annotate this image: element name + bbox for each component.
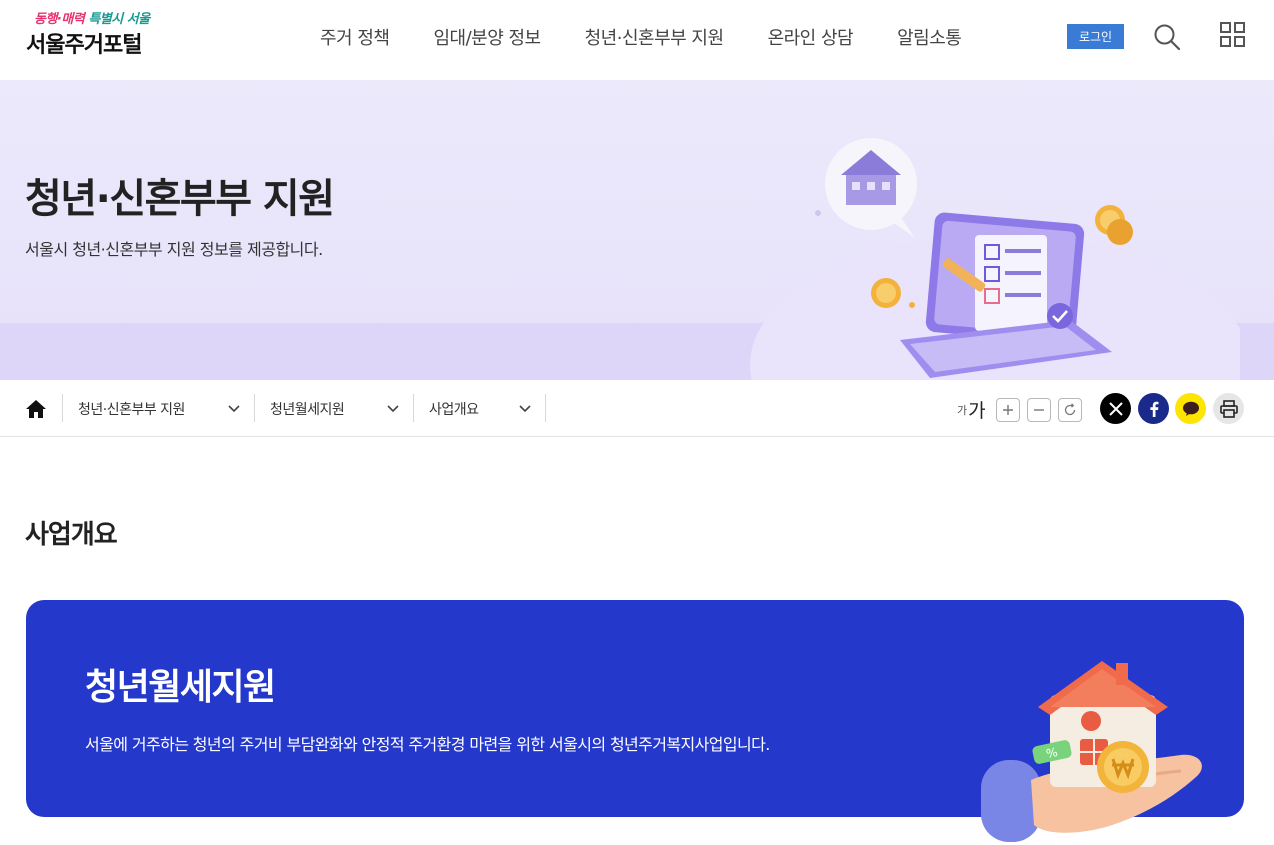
all-menu-icon[interactable]	[1219, 21, 1247, 49]
breadcrumb-depth1-label: 청년·신혼부부 지원	[78, 401, 185, 418]
font-reset-button[interactable]	[1057, 397, 1082, 422]
section-title: 사업개요	[25, 520, 118, 550]
breadcrumb-divider	[413, 394, 414, 422]
logo-slogan: 동행·매력 특별시 서울	[34, 12, 150, 27]
plus-icon	[1002, 404, 1013, 415]
share-facebook-button[interactable]	[1138, 393, 1169, 424]
breadcrumb-divider	[254, 394, 255, 422]
breadcrumb-depth3-label: 사업개요	[429, 401, 479, 418]
page-subtitle: 서울시 청년·신혼부부 지원 정보를 제공합니다.	[25, 240, 323, 259]
font-decrease-button[interactable]	[1026, 397, 1051, 422]
kakao-talk-icon	[1182, 401, 1199, 416]
printer-icon	[1219, 399, 1238, 418]
search-icon[interactable]	[1152, 22, 1182, 52]
page-title: 청년·신혼부부 지원	[25, 176, 335, 222]
chevron-down-icon	[519, 404, 531, 412]
login-button[interactable]: 로그인	[1067, 24, 1124, 49]
home-icon[interactable]	[24, 397, 48, 421]
breadcrumb-depth1-select[interactable]: 청년·신혼부부 지원	[78, 380, 240, 437]
share-x-button[interactable]	[1100, 393, 1131, 424]
hero-banner: 청년·신혼부부 지원 서울시 청년·신혼부부 지원 정보를 제공합니다.	[0, 80, 1274, 380]
share-kakao-button[interactable]	[1175, 393, 1206, 424]
font-increase-button[interactable]	[995, 397, 1020, 422]
nav-rental-sale-info[interactable]: 임대/분양 정보	[433, 24, 541, 50]
chevron-down-icon	[228, 404, 240, 412]
card-description: 서울에 거주하는 청년의 주거비 부담완화와 안정적 주거환경 마련을 위한 서…	[85, 735, 770, 754]
laptop-checklist-illustration	[750, 138, 1240, 380]
facebook-icon	[1149, 401, 1158, 417]
nav-notice-communication[interactable]: 알림소통	[897, 24, 962, 50]
breadcrumb-depth3-select[interactable]: 사업개요	[429, 380, 531, 437]
nav-youth-newlywed-support[interactable]: 청년·신혼부부 지원	[585, 24, 724, 50]
logo-title: 서울주거포털	[26, 33, 142, 58]
site-header: 동행·매력 특별시 서울 서울주거포털 주거 정책 임대/분양 정보 청년·신혼…	[0, 0, 1274, 80]
program-summary-card: 청년월세지원 서울에 거주하는 청년의 주거비 부담완화와 안정적 주거환경 마…	[26, 600, 1244, 842]
hand-house-coin-illustration: %	[981, 661, 1202, 842]
chevron-down-icon	[387, 404, 399, 412]
site-logo[interactable]: 동행·매력 특별시 서울 서울주거포털	[26, 8, 150, 59]
refresh-icon	[1064, 402, 1075, 415]
nav-online-consult[interactable]: 온라인 상담	[768, 24, 854, 50]
breadcrumb: 청년·신혼부부 지원 청년월세지원 사업개요 가 가	[0, 380, 1274, 437]
font-size-label-small: 가	[957, 403, 968, 417]
breadcrumb-divider	[545, 394, 546, 422]
x-logo-icon	[1108, 401, 1123, 416]
card-title: 청년월세지원	[85, 667, 276, 708]
breadcrumb-depth2-select[interactable]: 청년월세지원	[270, 380, 399, 437]
print-button[interactable]	[1213, 393, 1244, 424]
minus-icon	[1033, 408, 1044, 411]
font-size-label-big: 가	[968, 400, 986, 422]
breadcrumb-divider	[62, 394, 63, 422]
main-nav: 주거 정책 임대/분양 정보 청년·신혼부부 지원 온라인 상담 알림소통	[320, 24, 1005, 50]
font-size-tools: 가 가	[957, 396, 1082, 423]
nav-housing-policy[interactable]: 주거 정책	[320, 24, 390, 50]
breadcrumb-depth2-label: 청년월세지원	[270, 401, 345, 418]
